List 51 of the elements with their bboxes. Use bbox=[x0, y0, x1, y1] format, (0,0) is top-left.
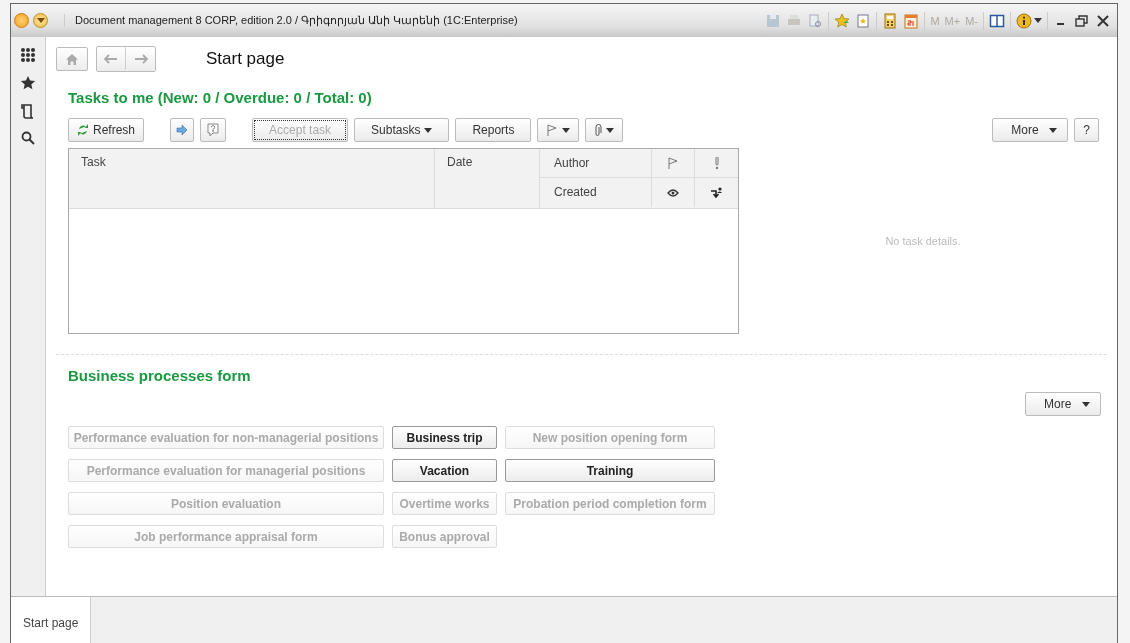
flag-icon bbox=[546, 124, 559, 136]
refresh-icon bbox=[77, 124, 89, 136]
more-button[interactable]: More bbox=[992, 118, 1069, 142]
search-icon[interactable] bbox=[21, 131, 35, 145]
caret-icon bbox=[606, 127, 615, 133]
more-button[interactable]: More bbox=[1025, 392, 1101, 416]
section-heading: Business processes form bbox=[68, 367, 252, 384]
column-header: Date bbox=[435, 149, 540, 208]
route-arrow-icon bbox=[710, 186, 723, 199]
refresh-button[interactable]: Refresh bbox=[68, 118, 145, 142]
exclamation-icon bbox=[714, 156, 719, 170]
empty-details-text: No task details. bbox=[885, 235, 961, 247]
menu-icon[interactable] bbox=[33, 13, 48, 28]
caret-icon bbox=[562, 127, 571, 133]
paperclip-icon bbox=[594, 123, 603, 137]
flag-menu-button[interactable] bbox=[537, 118, 580, 142]
info-icon[interactable] bbox=[1016, 12, 1032, 29]
column-header: Created bbox=[540, 178, 652, 207]
home-icon bbox=[66, 53, 78, 65]
process-button[interactable]: Vacation bbox=[392, 459, 497, 482]
process-button[interactable]: Training bbox=[505, 459, 715, 482]
apps-grid-icon[interactable] bbox=[20, 47, 36, 63]
page-title: Start page bbox=[206, 49, 285, 69]
close-icon[interactable] bbox=[1095, 12, 1111, 29]
window-title: Document management 8 CORP, edition 2.0 / Գրիգորյան Անի Կարենի (1C:Enterprise) bbox=[64, 14, 518, 27]
history-icon[interactable] bbox=[21, 103, 35, 119]
star-icon[interactable] bbox=[834, 12, 851, 29]
caret-icon[interactable] bbox=[1034, 18, 1042, 23]
attachment-menu-button[interactable] bbox=[585, 118, 624, 142]
right-arrow-icon bbox=[176, 124, 189, 136]
column-header: Author bbox=[540, 149, 652, 178]
speech-bubble-icon bbox=[206, 123, 221, 137]
calculator-icon[interactable] bbox=[882, 12, 899, 29]
forward-arrow-button[interactable] bbox=[170, 118, 195, 142]
eye-icon bbox=[667, 188, 679, 197]
star-icon[interactable] bbox=[20, 75, 36, 91]
section-heading: Tasks to me (New: 0 / Overdue: 0 / Total: 0) bbox=[68, 89, 373, 106]
help-button[interactable]: ? bbox=[1074, 118, 1099, 142]
dropdown-button[interactable]: Subtasks bbox=[354, 118, 450, 142]
restore-icon[interactable] bbox=[1074, 12, 1090, 29]
right-arrow-icon bbox=[133, 54, 148, 64]
page-tab[interactable]: Start page bbox=[11, 597, 92, 643]
caret-icon bbox=[424, 127, 433, 133]
column-header: Task bbox=[69, 149, 435, 208]
flag-icon bbox=[667, 157, 679, 169]
caret-icon bbox=[1082, 401, 1090, 407]
toolbar-button[interactable]: Reports bbox=[455, 118, 532, 142]
process-button[interactable]: Business trip bbox=[392, 426, 497, 449]
panels-icon[interactable] bbox=[989, 12, 1005, 29]
left-arrow-icon bbox=[104, 54, 118, 64]
caret-icon bbox=[1049, 127, 1058, 133]
